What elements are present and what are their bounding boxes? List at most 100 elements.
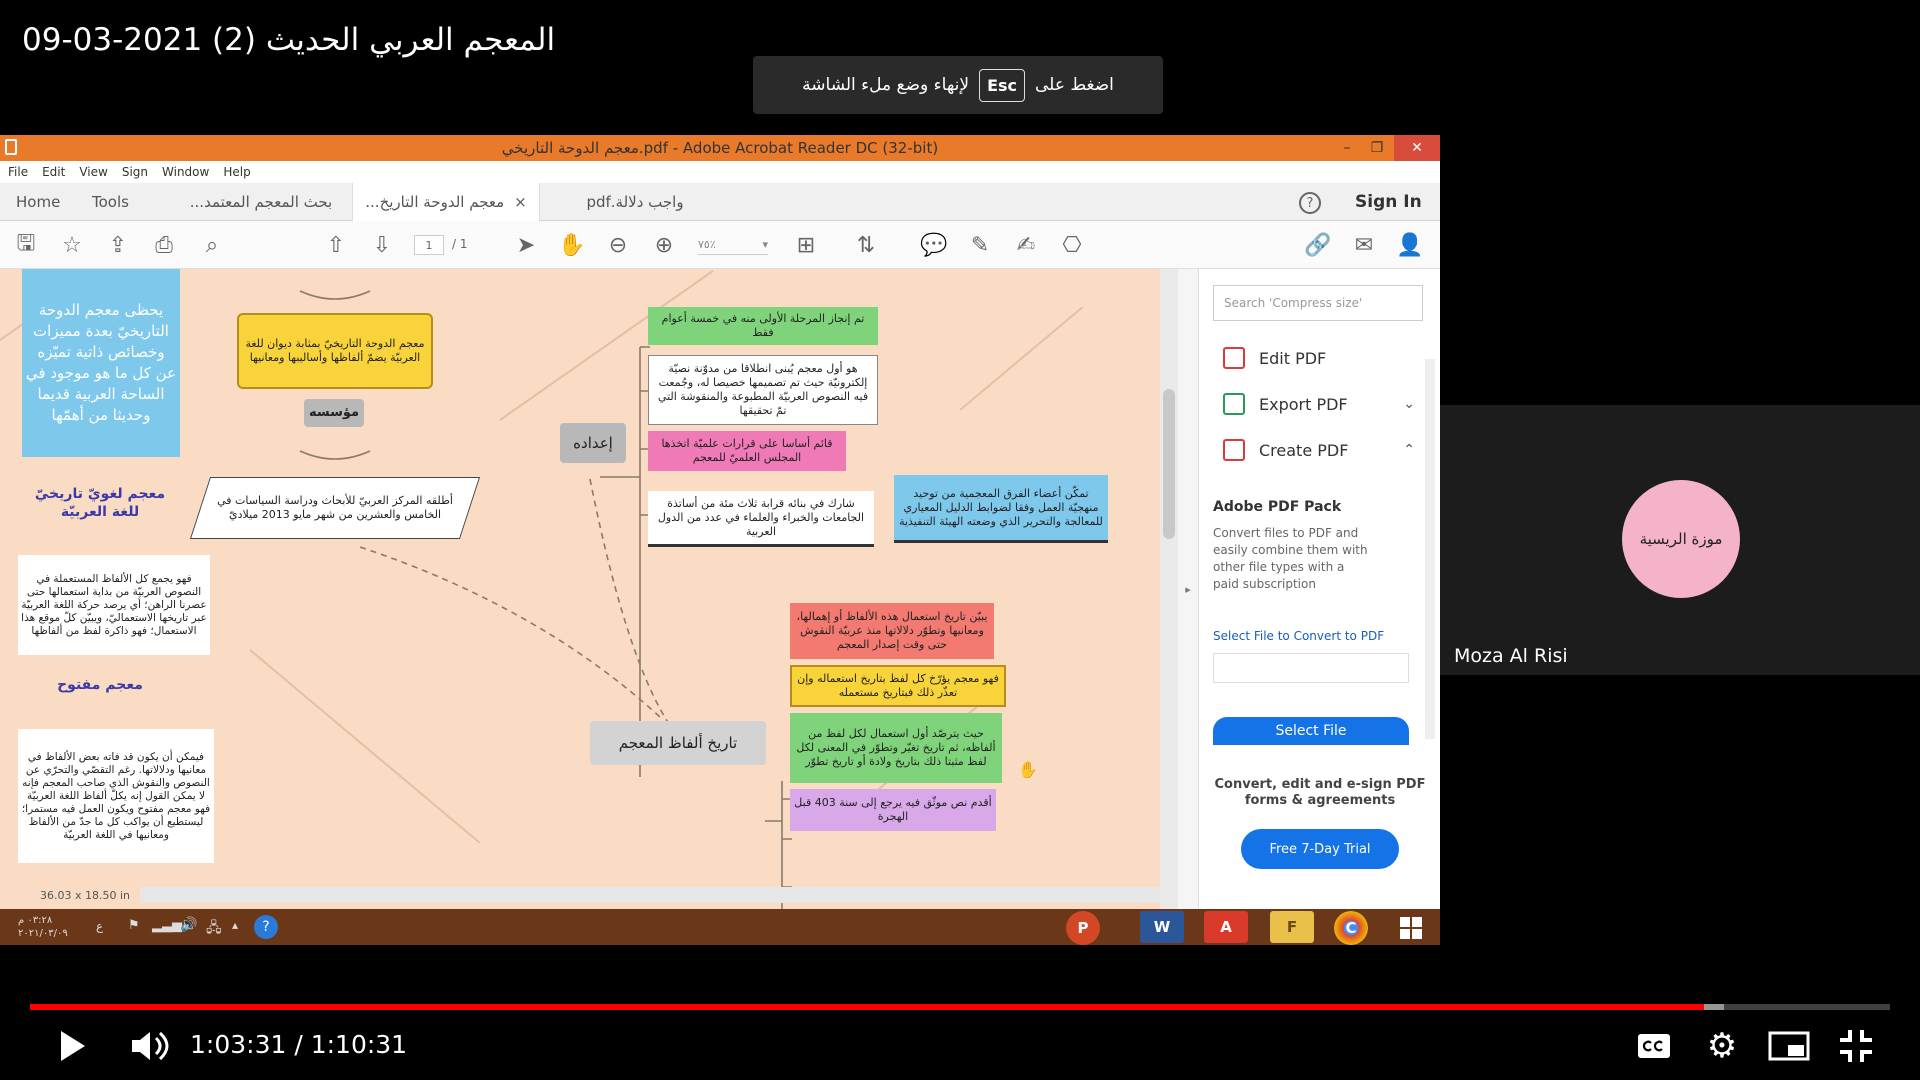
captions-button[interactable] <box>1634 1030 1674 1062</box>
mindmap-node-usage: يبيّن تاريخ استعمال هذه الألفاظ أو إهمال… <box>790 603 994 659</box>
play-button[interactable] <box>52 1026 92 1066</box>
tray-volume-icon[interactable]: 🔊 <box>180 917 197 933</box>
hand-tool-icon[interactable]: ✋ <box>558 231 586 259</box>
prev-page-icon[interactable]: ⇧ <box>322 231 350 259</box>
menu-sign[interactable]: Sign <box>122 165 148 179</box>
acrobat-taskbar-icon[interactable]: A <box>1204 911 1248 943</box>
page-number-input[interactable]: 1 <box>414 235 444 255</box>
export-pdf-tool[interactable]: Export PDF ⌄ <box>1223 391 1433 417</box>
zoom-search-icon[interactable]: ⌕ <box>198 231 226 259</box>
tools-pane: Search 'Compress size' Edit PDF Export P… <box>1198 269 1440 909</box>
tray-signal-icon[interactable]: ▂▃▅ <box>152 918 182 933</box>
highlight-pen-icon[interactable]: ✎ <box>966 231 994 259</box>
mindmap-node-open-desc: فيمكن أن يكون قد فاته بعض الألفاظ في معا… <box>18 729 214 863</box>
mindmap-node-history: تاريخ ألفاظ المعجم <box>590 721 766 765</box>
restore-icon[interactable]: ❐ <box>1360 135 1394 161</box>
sign-pen-icon[interactable]: ✍ <box>1012 231 1040 259</box>
help-icon[interactable]: ? <box>1299 192 1321 214</box>
tab-document-3[interactable]: واجب دلالة.pdf <box>560 183 710 221</box>
menu-view[interactable]: View <box>79 165 107 179</box>
save-icon[interactable]: 🖫 <box>12 231 40 259</box>
chrome-taskbar-icon[interactable]: C <box>1334 911 1368 945</box>
word-taskbar-icon[interactable]: W <box>1140 911 1184 943</box>
sign-in-button[interactable]: Sign In <box>1355 183 1422 221</box>
chevron-up-icon[interactable]: ⌃ <box>1403 442 1415 458</box>
edit-pdf-tool[interactable]: Edit PDF <box>1223 345 1326 371</box>
video-progress-bar[interactable] <box>30 1004 1890 1010</box>
scroll-mode-icon[interactable]: ⇅ <box>852 231 880 259</box>
tray-help-icon[interactable]: ? <box>254 915 278 939</box>
menu-file[interactable]: File <box>8 165 28 179</box>
mindmap-node-founder: مؤسسه <box>304 399 364 427</box>
exit-fullscreen-button[interactable] <box>1834 1026 1878 1066</box>
powerpoint-taskbar-icon[interactable]: P <box>1066 911 1100 945</box>
zoom-level-select[interactable]: ٧٥٪ ▾ <box>698 235 768 255</box>
menu-edit[interactable]: Edit <box>42 165 65 179</box>
acrobat-toolbar: 🖫 ☆ ⇪ ⎙ ⌕ ⇧ ⇩ 1 / 1 ➤ ✋ ⊖ ⊕ ٧٥٪ ▾ ⊞ ⇅ 💬 … <box>0 221 1440 269</box>
tray-expand-icon[interactable]: ▴ <box>232 918 238 932</box>
panel-collapse-toggle[interactable]: ▸ <box>1178 269 1198 909</box>
tools-search-input[interactable]: Search 'Compress size' <box>1213 285 1423 321</box>
email-icon[interactable]: ✉ <box>1350 231 1378 259</box>
mindmap-node-methodology: تمكّن أعضاء الفرق المعجمية من توحيد منهج… <box>894 475 1108 543</box>
tray-language[interactable]: ع <box>96 919 103 933</box>
share-link-icon[interactable]: 🔗 <box>1304 231 1332 259</box>
tray-time: ٠٣:٢٨ م <box>18 915 53 926</box>
tray-clock[interactable]: ٠٣:٢٨ م ٢٠٢١/٠٣/٠٩ <box>18 914 68 940</box>
minimize-icon[interactable]: – <box>1330 135 1364 161</box>
settings-gear-icon[interactable]: ⚙ <box>1700 1026 1744 1066</box>
mindmap-node-open: معجم مفتوح <box>57 677 143 693</box>
document-vertical-scrollbar[interactable] <box>1160 269 1178 909</box>
export-pdf-icon <box>1223 393 1245 415</box>
select-cursor-icon[interactable]: ➤ <box>512 231 540 259</box>
tab-home[interactable]: Home <box>16 183 60 221</box>
next-page-icon[interactable]: ⇩ <box>368 231 396 259</box>
select-file-button[interactable]: Select File <box>1213 717 1409 745</box>
tab-close-icon[interactable]: × <box>514 193 527 211</box>
add-user-icon[interactable]: 👤 <box>1396 231 1424 259</box>
bookmark-star-icon[interactable]: ☆ <box>58 231 86 259</box>
acrobat-window-title: معجم الدوحة التاريخي.pdf - Adobe Acrobat… <box>501 139 939 157</box>
scrollbar-thumb[interactable] <box>1163 389 1175 539</box>
print-icon[interactable]: ⎙ <box>150 231 178 259</box>
tab-document-active[interactable]: معجم الدوحة التاريخ... × <box>352 183 540 221</box>
file-explorer-taskbar-icon[interactable]: F <box>1270 911 1314 943</box>
participant-avatar: موزة الريسية <box>1622 480 1740 598</box>
miniplayer-button[interactable] <box>1766 1028 1812 1064</box>
select-file-link[interactable]: Select File to Convert to PDF <box>1213 629 1384 643</box>
zoom-in-icon[interactable]: ⊕ <box>650 231 678 259</box>
pdf-pack-title: Adobe PDF Pack <box>1213 499 1342 515</box>
menu-help[interactable]: Help <box>223 165 250 179</box>
windows-start-icon[interactable] <box>1400 917 1422 939</box>
chevron-down-icon[interactable]: ⌄ <box>1403 396 1415 412</box>
tray-flag-icon[interactable]: ⚑ <box>128 918 140 933</box>
volume-button[interactable] <box>126 1026 174 1066</box>
video-time: 1:03:31 / 1:10:31 <box>190 1030 407 1059</box>
participant-name: Moza Al Risi <box>1454 645 1568 667</box>
chevron-down-icon: ▾ <box>762 238 768 251</box>
menu-window[interactable]: Window <box>162 165 209 179</box>
pdf-document-view[interactable]: يحظى معجم الدوحة التاريخيّ بعدة مميزات و… <box>0 269 1160 909</box>
tab-tools[interactable]: Tools <box>92 183 129 221</box>
mindmap-node-corpus: هو أول معجم يُبنى انطلاقا من مدوّنة نصيّ… <box>648 355 878 425</box>
zoom-out-icon[interactable]: ⊖ <box>604 231 632 259</box>
panel-scrollbar[interactable] <box>1425 359 1435 739</box>
create-pdf-tool[interactable]: Create PDF ⌃ <box>1223 437 1433 463</box>
volume-icon <box>132 1031 169 1061</box>
edit-pdf-icon <box>1223 347 1245 369</box>
mindmap-node-features: يحظى معجم الدوحة التاريخيّ بعدة مميزات و… <box>22 269 180 457</box>
mindmap-node-launch: أطلقه المركز العربيّ للأبحاث ودراسة السي… <box>189 477 481 539</box>
document-horizontal-scrollbar[interactable] <box>140 887 1160 903</box>
free-trial-button[interactable]: Free 7-Day Trial <box>1241 829 1399 869</box>
acrobat-tab-bar: Home Tools بحث المعجم المعتمد... معجم ال… <box>0 183 1440 221</box>
fit-page-icon[interactable]: ⊞ <box>792 231 820 259</box>
close-icon[interactable]: ✕ <box>1394 135 1440 161</box>
upload-icon[interactable]: ⇪ <box>104 231 132 259</box>
tray-network-icon[interactable]: 🖧 <box>206 917 222 941</box>
stamp-icon[interactable]: ⎔ <box>1058 231 1086 259</box>
comment-icon[interactable]: 💬 <box>920 231 948 259</box>
tab-document-1[interactable]: بحث المعجم المعتمد... <box>186 183 336 221</box>
file-input[interactable] <box>1213 653 1409 683</box>
mindmap-node-diwan: معجم الدوحة التاريخيّ بمثابة ديوان للغة … <box>237 313 433 389</box>
mindmap-node-preparation: إعداده <box>560 423 626 463</box>
